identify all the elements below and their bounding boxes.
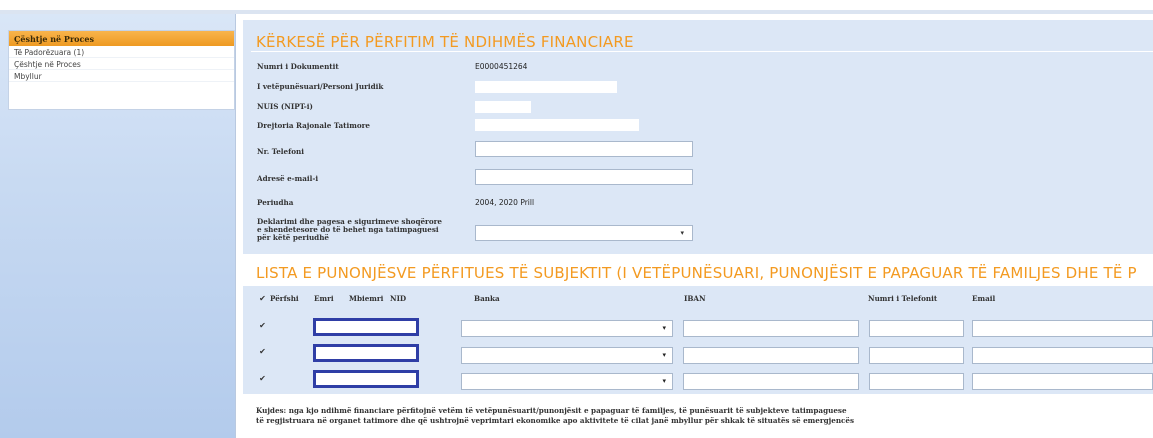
bank-select[interactable]: ▾ <box>461 320 673 337</box>
employee-name-field[interactable] <box>313 318 419 336</box>
warning-note: Kujdes: nga kjo ndihmë financiare përfit… <box>256 406 854 426</box>
row-checkbox[interactable]: ✔ <box>258 347 267 356</box>
bank-select[interactable]: ▾ <box>461 373 673 390</box>
email-input[interactable] <box>475 169 693 185</box>
top-bar <box>0 0 1153 14</box>
phone-input[interactable] <box>869 320 964 337</box>
iban-input[interactable] <box>683 373 859 390</box>
page-title: KËRKESË PËR PËRFITIM TË NDIHMËS FINANCIA… <box>256 33 634 51</box>
row-checkbox[interactable]: ✔ <box>258 321 267 330</box>
nuis-label: NUIS (NIPT-i) <box>257 102 313 111</box>
chevron-down-icon[interactable]: ▾ <box>680 229 684 237</box>
row-checkbox[interactable]: ✔ <box>258 374 267 383</box>
email-input[interactable] <box>972 347 1153 364</box>
bank-select[interactable]: ▾ <box>461 347 673 364</box>
col-phone: Numri i Telefonit <box>868 294 938 303</box>
declaration-label-line3: për këtë periudhë <box>257 233 330 242</box>
phone-input[interactable] <box>475 141 693 157</box>
employee-name-field[interactable] <box>313 344 419 362</box>
select-all-checkbox[interactable]: ✔ <box>258 294 267 303</box>
employees-table: ✔ Përfshi Emri Mbiemri NID Banka IBAN Nu… <box>243 286 1153 394</box>
iban-input[interactable] <box>683 347 859 364</box>
iban-input[interactable] <box>683 320 859 337</box>
directorate-label: Drejtoria Rajonale Tatimore <box>257 121 370 130</box>
person-value <box>475 81 617 93</box>
directorate-value <box>475 119 639 131</box>
col-email: Email <box>972 294 996 303</box>
phone-input[interactable] <box>869 347 964 364</box>
chevron-down-icon[interactable]: ▾ <box>662 351 666 359</box>
chevron-down-icon[interactable]: ▾ <box>662 377 666 385</box>
warning-note-line2: të regjistruara në organet tatimore dhe … <box>256 416 855 425</box>
col-surname: Mbiemri <box>349 294 384 303</box>
declaration-select[interactable]: ▾ <box>475 225 693 241</box>
nuis-value <box>475 101 531 113</box>
warning-note-line1: Kujdes: nga kjo ndihmë financiare përfit… <box>256 406 847 415</box>
case-status-panel: Çështje në Proces Të Padorëzuara (1) Çës… <box>8 30 235 110</box>
sidebar-item-unsubmitted[interactable]: Të Padorëzuara (1) <box>9 46 234 58</box>
col-include: Përfshi <box>270 294 299 303</box>
sidebar-item-closed[interactable]: Mbyllur <box>9 70 234 82</box>
email-input[interactable] <box>972 320 1153 337</box>
period-label: Periudha <box>257 198 294 207</box>
employees-title: LISTA E PUNONJËSVE PËRFITUES TË SUBJEKTI… <box>256 264 1137 282</box>
chevron-down-icon[interactable]: ▾ <box>662 324 666 332</box>
main-content: KËRKESË PËR PËRFITIM TË NDIHMËS FINANCIA… <box>243 14 1153 438</box>
doc-number-value: E0000451264 <box>475 62 528 71</box>
col-iban: IBAN <box>684 294 706 303</box>
col-name: Emri <box>314 294 334 303</box>
email-input[interactable] <box>972 373 1153 390</box>
email-label: Adresë e-mail-i <box>257 174 319 183</box>
sidebar: Çështje në Proces Të Padorëzuara (1) Çës… <box>0 14 236 438</box>
title-divider <box>251 51 1153 52</box>
employee-name-field[interactable] <box>313 370 419 388</box>
col-bank: Banka <box>474 294 500 303</box>
person-label: I vetëpunësuari/Personi Juridik <box>257 82 384 91</box>
doc-number-label: Numri i Dokumentit <box>257 62 339 71</box>
period-value: 2004, 2020 Prill <box>475 198 535 207</box>
request-form-section: KËRKESË PËR PËRFITIM TË NDIHMËS FINANCIA… <box>243 20 1153 254</box>
sidebar-item-in-process[interactable]: Çështje në Proces <box>9 58 234 70</box>
phone-input[interactable] <box>869 373 964 390</box>
sidebar-header[interactable]: Çështje në Proces <box>9 31 234 46</box>
phone-label: Nr. Telefoni <box>257 147 304 156</box>
col-nid: NID <box>390 294 407 303</box>
